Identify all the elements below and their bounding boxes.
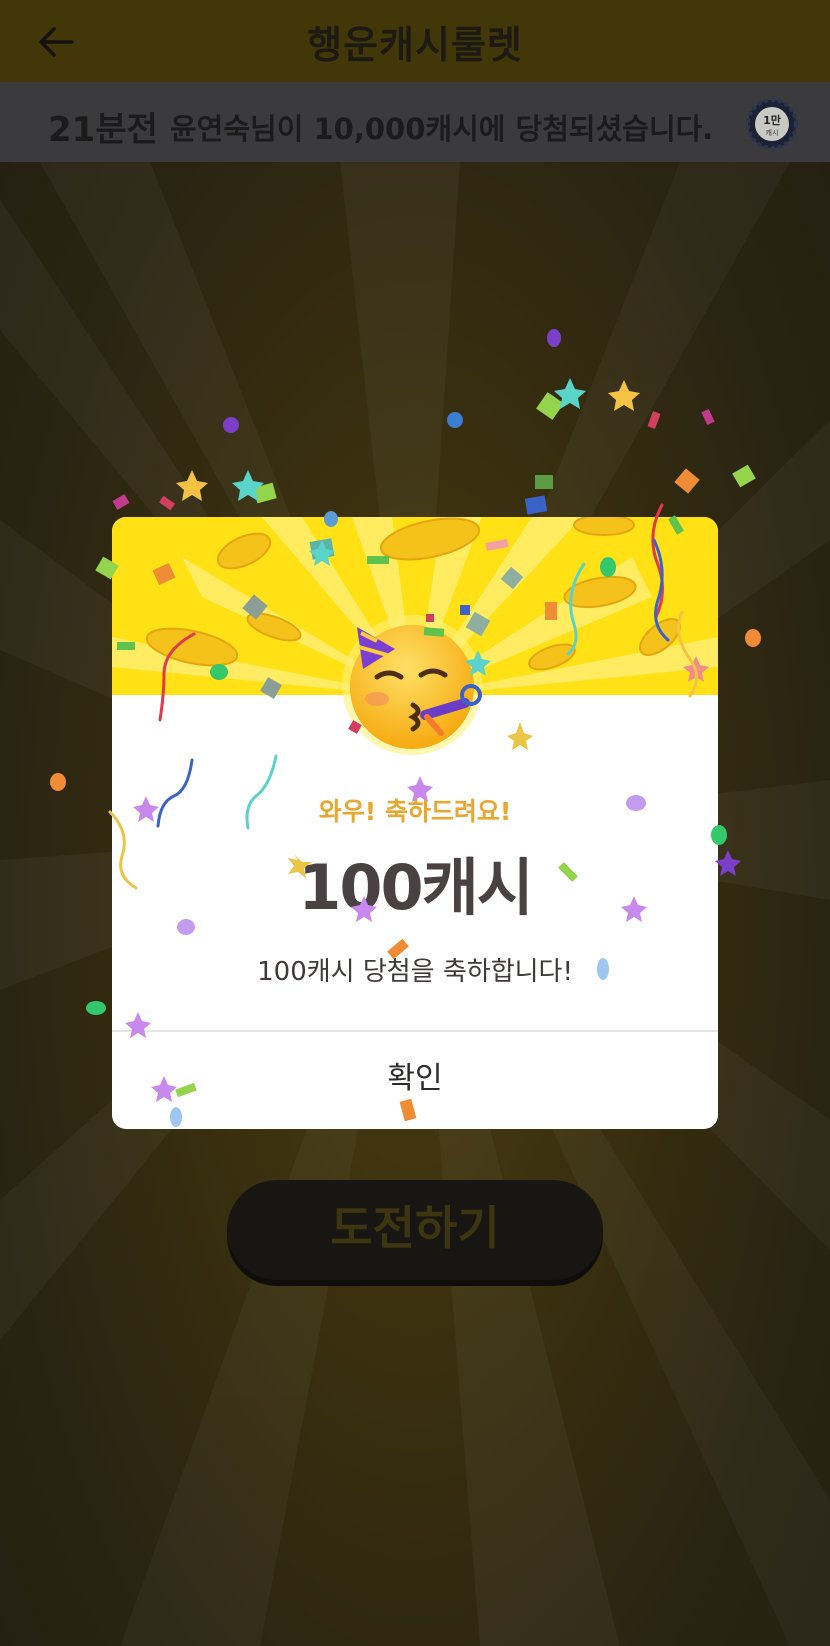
badge-label: 1만 <box>763 113 781 127</box>
ticker-time: 21분전 <box>48 110 158 150</box>
winner-ticker: 21분전 윤연숙님이 10,000캐시에 당첨되셨습니다. <box>0 82 830 162</box>
coin-badge-icon: 1만 캐시 <box>746 98 798 150</box>
header-bar: 행운캐시룰렛 <box>0 0 830 82</box>
ticker-message: 윤연숙님이 10,000캐시에 당첨되셨습니다. <box>170 112 714 146</box>
badge-sublabel: 캐시 <box>766 129 779 137</box>
reward-description: 100캐시 당첨을 축하합니다! <box>257 957 573 987</box>
page-title: 행운캐시룰렛 <box>307 23 523 67</box>
reward-amount: 100캐시 <box>298 851 534 924</box>
challenge-button[interactable]: 도전하기 <box>227 1180 603 1280</box>
partying-face-icon <box>342 615 482 755</box>
reward-dialog: 와우! 축하드려요! 100캐시 100캐시 당첨을 축하합니다! 확인 <box>112 517 718 1129</box>
congrats-greeting: 와우! 축하드려요! <box>318 797 512 826</box>
confirm-button[interactable]: 확인 <box>112 1032 718 1129</box>
